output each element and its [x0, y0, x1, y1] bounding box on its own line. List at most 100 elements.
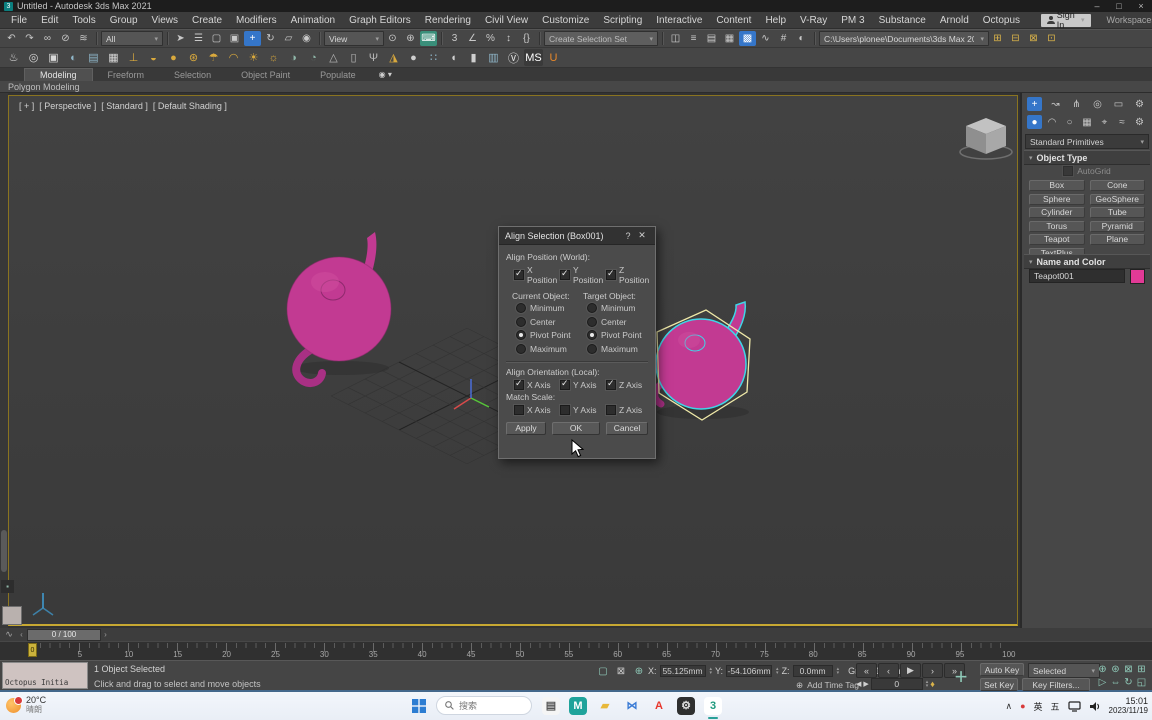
color-swatches-icon[interactable]: ∷ [424, 49, 443, 66]
use-center-icon[interactable]: ⊙ [384, 31, 401, 46]
menu-item[interactable]: Substance [872, 15, 933, 26]
menu-item[interactable]: Help [758, 15, 793, 26]
butterfly-app-icon[interactable]: ⋈ [623, 697, 641, 715]
taskbar-search-input[interactable]: 搜索 [436, 696, 532, 715]
render-production-icon[interactable]: ▣ [44, 49, 63, 66]
maximize-button[interactable]: □ [1108, 0, 1130, 12]
light-stand-icon[interactable]: ⊥ [124, 49, 143, 66]
select-by-name-icon[interactable]: ☰ [190, 31, 207, 46]
transform-gizmo[interactable] [454, 379, 489, 409]
select-scale-icon[interactable]: ▱ [280, 31, 297, 46]
adobe-app-icon[interactable]: A [650, 697, 668, 715]
angle-snap-icon[interactable]: ∠ [464, 31, 481, 46]
redo-icon[interactable]: ↷ [21, 31, 38, 46]
umbrella-light-icon[interactable]: ☂ [204, 49, 223, 66]
previous-key-icon[interactable]: ◀ [856, 680, 861, 688]
keyboard-override-icon[interactable]: ⌨ [420, 31, 437, 46]
menu-item[interactable]: File [4, 15, 34, 26]
scene-explorer-toggle-icon[interactable]: ▪ [1, 580, 14, 593]
tray-expand-icon[interactable]: ∧ [1005, 701, 1012, 712]
target-center-radio[interactable]: Center [587, 317, 648, 327]
unlink-icon[interactable]: ⊘ [57, 31, 74, 46]
scale-z-axis-checkbox[interactable]: Z Axis [606, 405, 648, 415]
device-icon[interactable]: ▮ [464, 49, 483, 66]
file-explorer-icon[interactable]: ▰ [596, 697, 614, 715]
project-folder-icon[interactable]: ⊡ [1043, 31, 1060, 46]
menu-item[interactable]: Group [103, 15, 145, 26]
selection-lock-icon[interactable]: ⊠ [614, 665, 628, 678]
orientation-y-axis-checkbox[interactable]: Y Axis [560, 380, 602, 390]
pie-slice-icon[interactable]: ◔ [304, 49, 323, 66]
y-position-checkbox[interactable]: Y Position [560, 265, 602, 285]
motion-tab-icon[interactable]: ◎ [1090, 97, 1105, 111]
sphere-icon[interactable]: ● [404, 49, 423, 66]
cone-button[interactable]: Cone [1090, 180, 1146, 191]
close-button[interactable]: × [1130, 0, 1152, 12]
speaker-icon[interactable] [1089, 701, 1101, 712]
maxscript-mini-listener[interactable]: Octopus Initia [2, 662, 88, 689]
timeline-playhead[interactable]: 0 [28, 643, 37, 657]
vray-icon[interactable]: Ⓥ [504, 49, 523, 66]
project-path-dropdown[interactable]: C:\Users\plonee\Documents\3ds Max 2021▾ [819, 31, 989, 46]
viewcube[interactable] [960, 118, 1012, 159]
minimize-button[interactable]: – [1086, 0, 1108, 12]
menu-item[interactable]: Create [185, 15, 229, 26]
tab-modeling[interactable]: Modeling [24, 68, 93, 81]
substance-u-icon[interactable]: U [544, 49, 563, 66]
menu-item[interactable]: Edit [34, 15, 65, 26]
undo-icon[interactable]: ↶ [3, 31, 20, 46]
sign-in-button[interactable]: Sign In ▾ [1041, 14, 1091, 27]
viewport-label-segment[interactable]: [ Standard ] [101, 101, 148, 111]
align-icon[interactable]: ≡ [685, 31, 702, 46]
tab-object-paint[interactable]: Object Paint [226, 69, 305, 81]
pan-icon[interactable]: ⇔ [1109, 676, 1122, 689]
mini-curve-editor-icon[interactable]: ∿ [3, 629, 15, 640]
orbit-icon[interactable]: ↻ [1122, 676, 1135, 689]
widgets-app-icon[interactable]: ▤ [542, 697, 560, 715]
hand-tool-icon[interactable]: Ψ [364, 49, 383, 66]
menu-item[interactable]: Scripting [596, 15, 649, 26]
x-coord-field[interactable]: 55.125mm [660, 665, 706, 677]
select-place-icon[interactable]: ◉ [298, 31, 315, 46]
sun-disc-icon[interactable]: ● [164, 49, 183, 66]
select-manipulate-icon[interactable]: ⊕ [402, 31, 419, 46]
taskbar-clock[interactable]: 15:01 2023/11/19 [1109, 696, 1148, 716]
render-frame-window-icon[interactable]: ◎ [24, 49, 43, 66]
zoom-icon[interactable]: ⊕ [1096, 663, 1109, 676]
target-maximum-radio[interactable]: Maximum [587, 344, 648, 354]
ok-button[interactable]: OK [552, 422, 600, 435]
material-editor-icon[interactable]: ◐ [793, 31, 810, 46]
next-key-icon[interactable]: ▶ [863, 680, 868, 688]
play-icon[interactable]: ▶ [900, 663, 921, 678]
time-slider-next-icon[interactable]: › [101, 629, 110, 640]
orientation-z-axis-checkbox[interactable]: Z Axis [606, 380, 648, 390]
save-project-icon[interactable]: ⊠ [1025, 31, 1042, 46]
capture-app-icon[interactable]: ⚙ [677, 697, 695, 715]
dialog-close-button[interactable]: ✕ [635, 230, 649, 241]
mail-app-icon[interactable]: M [569, 697, 587, 715]
curve-editor-icon[interactable]: ∿ [757, 31, 774, 46]
door-icon[interactable]: ▯ [344, 49, 363, 66]
layer-explorer-icon[interactable]: ▩ [739, 31, 756, 46]
time-slider-prev-icon[interactable]: ‹ [17, 629, 26, 640]
maximize-viewport-icon[interactable]: ◱ [1135, 676, 1148, 689]
bind-spacewarp-icon[interactable]: ≋ [75, 31, 92, 46]
mirror-icon[interactable]: ◫ [667, 31, 684, 46]
menu-item[interactable]: Tools [65, 15, 102, 26]
cylinder-button[interactable]: Cylinder [1029, 207, 1085, 218]
menu-item[interactable]: Graph Editors [342, 15, 418, 26]
cancel-button[interactable]: Cancel [606, 422, 648, 435]
coordinate-display-icon[interactable]: ⊕ [632, 665, 646, 678]
menu-item[interactable]: Content [709, 15, 758, 26]
teapot-right-object[interactable] [655, 302, 750, 420]
isolate-selection-icon[interactable]: ▢ [596, 665, 610, 678]
perspective-viewport[interactable]: [ + ][ Perspective ][ Standard ][ Defaul… [8, 95, 1018, 626]
scene-explorer-icon[interactable]: ▦ [721, 31, 738, 46]
scale-x-axis-checkbox[interactable]: X Axis [514, 405, 556, 415]
helmet-icon[interactable]: ◖ [444, 49, 463, 66]
pyramid-helper-icon[interactable]: △ [324, 49, 343, 66]
open-project-icon[interactable]: ⊟ [1007, 31, 1024, 46]
autogrid-checkbox[interactable]: AutoGrid [1022, 165, 1152, 177]
torus-button[interactable]: Torus [1029, 221, 1085, 232]
set-key-button[interactable]: Set Key [980, 678, 1018, 691]
